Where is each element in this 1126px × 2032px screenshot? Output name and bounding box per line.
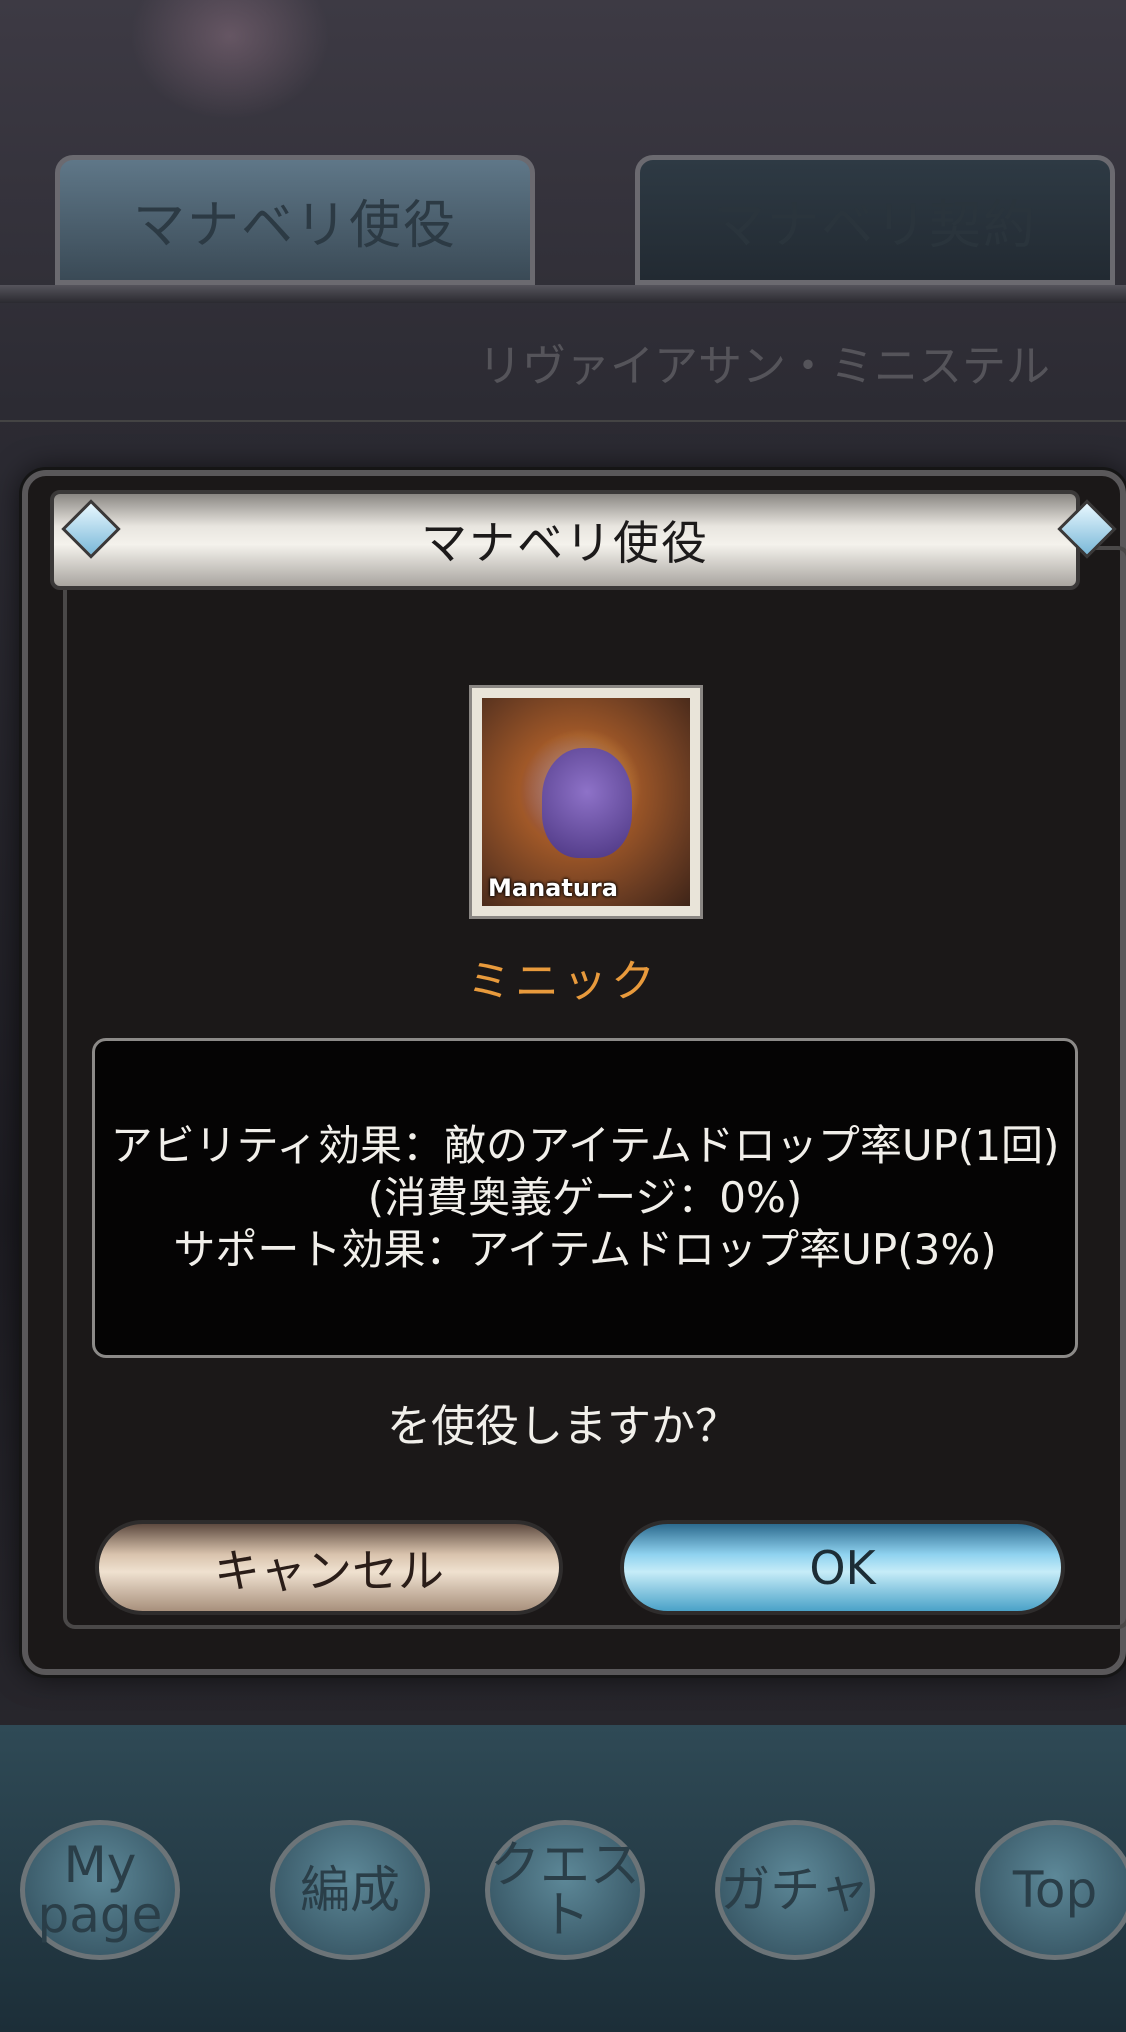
tab-manaberi-contract: マナベリ契約 bbox=[635, 155, 1115, 285]
nav-gacha-button: ガチャ bbox=[715, 1820, 875, 1960]
nav-party-button: 編成 bbox=[270, 1820, 430, 1960]
background-figure bbox=[130, 0, 330, 120]
tab-manaberi-use: マナベリ使役 bbox=[55, 155, 535, 285]
cancel-button[interactable]: キャンセル bbox=[95, 1520, 563, 1615]
portrait-label: Manatura bbox=[488, 874, 618, 902]
confirm-question: を使役しますか？ bbox=[387, 1401, 739, 1452]
ok-button[interactable]: OK bbox=[620, 1520, 1065, 1615]
character-portrait-art: Manatura bbox=[482, 698, 690, 906]
ability-effect-line: アビリティ効果：敵のアイテムドロップ率UP(1回) bbox=[110, 1121, 1060, 1170]
description-box: アビリティ効果：敵のアイテムドロップ率UP(1回) (消費奥義ゲージ：0%) サ… bbox=[92, 1038, 1078, 1358]
support-effect-line: サポート効果：アイテムドロップ率UP(3%) bbox=[173, 1225, 997, 1274]
creature-icon bbox=[542, 748, 632, 858]
description-text: アビリティ効果：敵のアイテムドロップ率UP(1回) (消費奥義ゲージ：0%) サ… bbox=[110, 1120, 1060, 1276]
ability-cost-line: (消費奥義ゲージ：0%) bbox=[367, 1173, 803, 1222]
background-subtitle: リヴァイアサン・ミニステル bbox=[478, 341, 1050, 392]
dialog-title: マナベリ使役 bbox=[421, 516, 709, 570]
dialog-title-banner: マナベリ使役 bbox=[50, 490, 1080, 590]
nav-mypage-button: My page bbox=[20, 1820, 180, 1960]
character-name: ミニック bbox=[467, 956, 659, 1007]
character-portrait: Manatura bbox=[469, 685, 703, 919]
tab-divider bbox=[0, 285, 1126, 303]
nav-quest-button: クエスト bbox=[485, 1820, 645, 1960]
nav-top-button: Top bbox=[975, 1820, 1126, 1960]
divider bbox=[0, 420, 1126, 422]
